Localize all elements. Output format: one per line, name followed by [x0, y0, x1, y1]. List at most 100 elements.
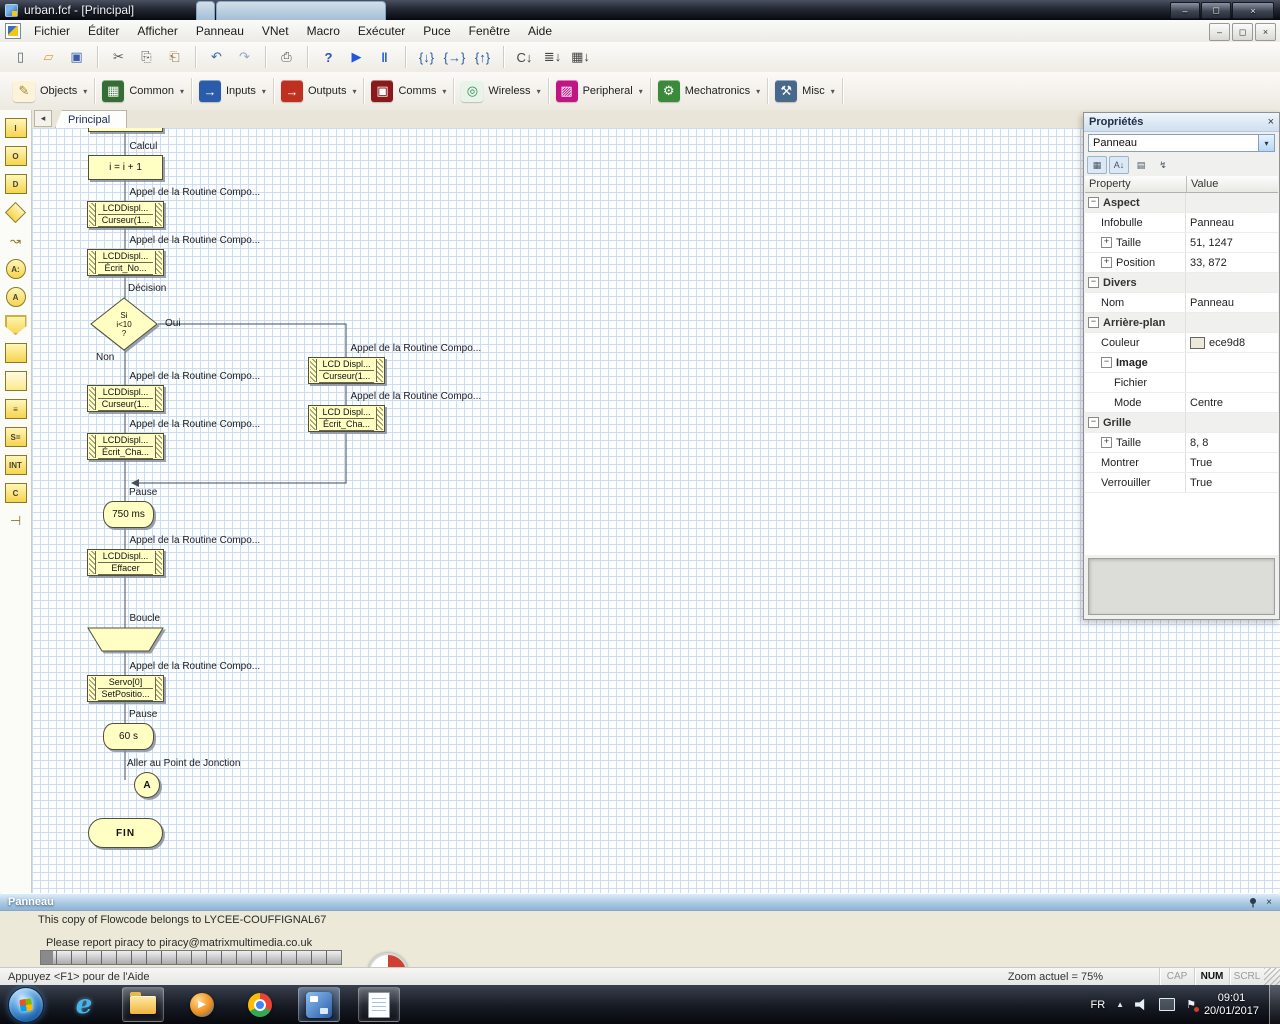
- compile-c-button[interactable]: C↓: [512, 45, 537, 69]
- menu-vnet[interactable]: VNet: [253, 20, 298, 42]
- tab-principal[interactable]: Principal: [55, 110, 128, 128]
- property-value-cell[interactable]: True: [1186, 473, 1278, 492]
- property-value-cell[interactable]: True: [1186, 453, 1278, 472]
- menu-aide[interactable]: Aide: [519, 20, 561, 42]
- property-value-cell[interactable]: [1186, 313, 1278, 332]
- ruler-component[interactable]: [40, 950, 342, 965]
- pin-icon[interactable]: [1248, 897, 1258, 908]
- language-indicator[interactable]: FR: [1090, 999, 1105, 1011]
- menu-fenetre[interactable]: Fenêtre: [460, 20, 519, 42]
- taskbar-clock[interactable]: 09:01 20/01/2017: [1204, 992, 1259, 1018]
- run-button[interactable]: ▶: [344, 45, 369, 69]
- expander-icon[interactable]: −: [1101, 357, 1112, 368]
- expander-icon[interactable]: −: [1088, 317, 1099, 328]
- cut-button[interactable]: ✂: [106, 45, 131, 69]
- property-row[interactable]: + Position 33, 872: [1085, 253, 1278, 273]
- start-button[interactable]: [6, 986, 46, 1023]
- menu-afficher[interactable]: Afficher: [128, 20, 186, 42]
- end-icon[interactable]: ⊣: [5, 511, 27, 531]
- media-player-icon[interactable]: [182, 988, 222, 1021]
- component-group-mechatronics[interactable]: ⚙ Mechatronics ▾: [651, 76, 767, 106]
- paste-button[interactable]: ⎗: [162, 45, 187, 69]
- property-row[interactable]: − Image: [1085, 353, 1278, 373]
- property-value-cell[interactable]: [1186, 273, 1278, 292]
- component-group-misc[interactable]: ⚒ Misc ▾: [768, 76, 842, 106]
- properties-panel-titlebar[interactable]: Propriétés ×: [1084, 113, 1279, 132]
- property-row[interactable]: − Grille: [1085, 413, 1278, 433]
- component-group-common[interactable]: ▦ Common ▾: [95, 76, 191, 106]
- output-icon[interactable]: O: [4, 146, 27, 166]
- property-row[interactable]: Fichier: [1085, 373, 1278, 393]
- property-row[interactable]: Couleur ece9d8: [1085, 333, 1278, 353]
- chevron-down-icon[interactable]: ▾: [83, 87, 87, 96]
- property-value-cell[interactable]: 51, 1247: [1186, 233, 1278, 252]
- close-icon[interactable]: ×: [1268, 116, 1274, 128]
- chevron-down-icon[interactable]: ▾: [639, 87, 643, 96]
- property-value-cell[interactable]: 33, 872: [1186, 253, 1278, 272]
- property-value-cell[interactable]: Panneau: [1186, 213, 1278, 232]
- chevron-down-icon[interactable]: ▾: [262, 87, 266, 96]
- component-group-peripheral[interactable]: ▨ Peripheral ▾: [549, 76, 650, 106]
- flowchart-component[interactable]: LCDDispl... Effacer: [87, 549, 164, 576]
- property-row[interactable]: Nom Panneau: [1085, 293, 1278, 313]
- explorer-icon[interactable]: [122, 987, 164, 1022]
- component-macro-icon[interactable]: [4, 343, 27, 363]
- property-row[interactable]: Verrouiller True: [1085, 473, 1278, 493]
- object-selector[interactable]: Panneau ▾: [1088, 134, 1275, 152]
- macro-icon[interactable]: [4, 315, 27, 335]
- flowchart-process[interactable]: i = i + 1: [88, 155, 163, 180]
- volume-icon[interactable]: [1135, 998, 1145, 1011]
- property-value-cell[interactable]: [1186, 413, 1278, 432]
- property-row[interactable]: − Divers: [1085, 273, 1278, 293]
- switch-icon[interactable]: ↝: [5, 231, 27, 251]
- chevron-down-icon[interactable]: ▾: [1258, 135, 1274, 151]
- close-button[interactable]: ×: [1232, 2, 1274, 19]
- property-row[interactable]: − Aspect: [1085, 193, 1278, 213]
- show-desktop-button[interactable]: [1269, 985, 1280, 1024]
- redo-button[interactable]: ↷: [232, 45, 257, 69]
- mdi-minimize-button[interactable]: –: [1209, 23, 1230, 41]
- copy-button[interactable]: ⎘: [134, 45, 159, 69]
- pause-button[interactable]: ‖: [372, 45, 397, 69]
- property-value-cell[interactable]: ece9d8: [1186, 333, 1278, 352]
- resize-grip[interactable]: [1264, 968, 1280, 986]
- component-group-inputs[interactable]: → Inputs ▾: [192, 76, 273, 106]
- flowchart-component[interactable]: Servo[0] SetPositio...: [87, 675, 164, 702]
- chevron-down-icon[interactable]: ▾: [180, 87, 184, 96]
- input-icon[interactable]: I: [4, 118, 27, 138]
- flowchart-jump[interactable]: A: [134, 772, 160, 798]
- chevron-down-icon[interactable]: ▾: [442, 87, 446, 96]
- menu-editer[interactable]: Éditer: [79, 20, 128, 42]
- property-value-cell[interactable]: 8, 8: [1186, 433, 1278, 452]
- simulation-icon[interactable]: [4, 371, 27, 391]
- property-row[interactable]: + Taille 51, 1247: [1085, 233, 1278, 253]
- property-row[interactable]: − Arrière-plan: [1085, 313, 1278, 333]
- component-group-objects[interactable]: ✎ Objects ▾: [6, 76, 94, 106]
- flowchart-component[interactable]: LCDDispl... Curseur(1...: [87, 385, 164, 412]
- comment-icon[interactable]: ≡: [4, 399, 27, 419]
- property-value-cell[interactable]: [1186, 193, 1278, 212]
- property-row[interactable]: Montrer True: [1085, 453, 1278, 473]
- close-icon[interactable]: ×: [1266, 897, 1272, 908]
- flowchart-loop-end[interactable]: [87, 627, 164, 652]
- panneau-titlebar[interactable]: Panneau ×: [0, 893, 1280, 911]
- calculation-icon[interactable]: A:: [5, 259, 26, 279]
- categorized-view-icon[interactable]: ▦: [1087, 156, 1107, 174]
- print-button[interactable]: ⎙: [274, 45, 299, 69]
- events-icon[interactable]: ↯: [1153, 156, 1173, 174]
- ie-icon[interactable]: e: [64, 988, 104, 1021]
- property-value-cell[interactable]: [1186, 373, 1278, 392]
- expander-icon[interactable]: +: [1101, 437, 1112, 448]
- step-into-button[interactable]: {↓}: [414, 45, 439, 69]
- help-button[interactable]: ?: [316, 45, 341, 69]
- component-group-outputs[interactable]: → Outputs ▾: [274, 76, 364, 106]
- step-out-button[interactable]: {↑}: [470, 45, 495, 69]
- compile-hex-button[interactable]: ≣↓: [540, 45, 565, 69]
- code-icon[interactable]: C: [4, 483, 27, 503]
- flowchart-decision[interactable]: Si i<10?: [90, 297, 158, 351]
- chrome-icon[interactable]: [240, 988, 280, 1021]
- chevron-down-icon[interactable]: ▾: [831, 87, 835, 96]
- property-row[interactable]: Mode Centre: [1085, 393, 1278, 413]
- point-icon[interactable]: A: [5, 287, 26, 307]
- expander-icon[interactable]: +: [1101, 237, 1112, 248]
